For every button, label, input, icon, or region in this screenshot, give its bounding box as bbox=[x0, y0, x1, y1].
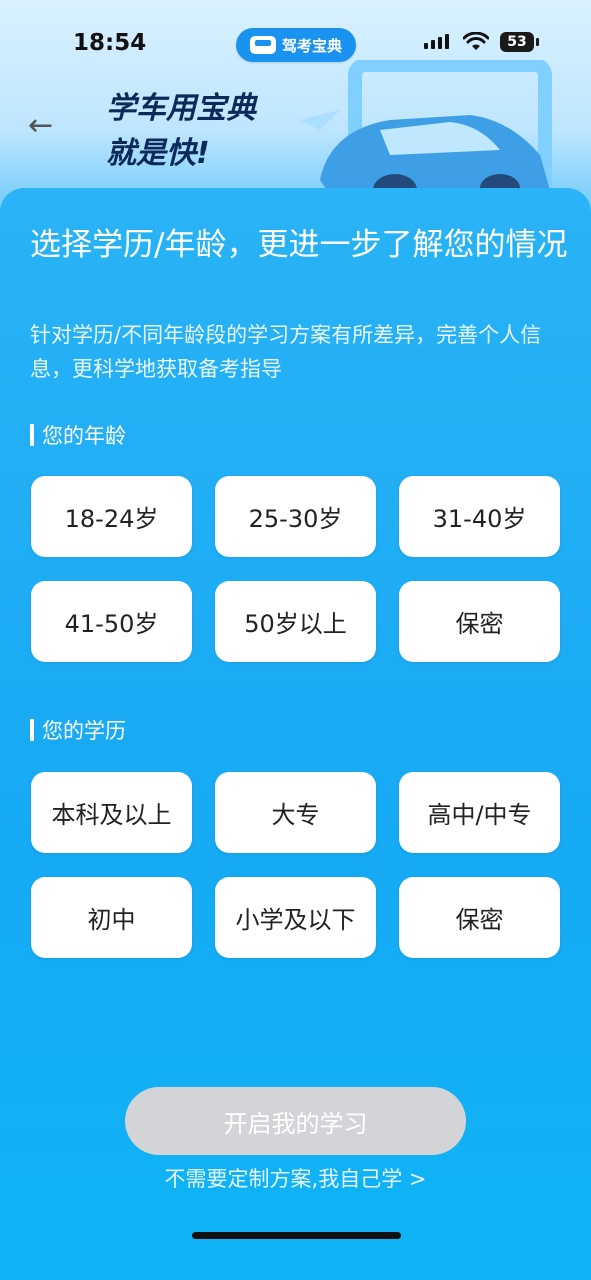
age-section-label: 您的年龄 bbox=[42, 424, 126, 448]
section-marker bbox=[30, 719, 34, 741]
wifi-icon bbox=[462, 30, 490, 58]
signal-icon bbox=[424, 34, 449, 49]
skip-custom-plan-link[interactable]: 不需要定制方案,我自己学 > bbox=[0, 1163, 591, 1193]
edu-section-title: 您的学历 bbox=[30, 715, 126, 745]
age-option-41-50[interactable]: 41-50岁 bbox=[31, 581, 192, 662]
slogan-line-1: 学车用宝典 bbox=[106, 91, 256, 126]
car-icon bbox=[249, 36, 276, 54]
edu-option-private[interactable]: 保密 bbox=[399, 877, 560, 958]
slogan-line-2: 就是快! bbox=[106, 136, 210, 171]
header-banner bbox=[0, 60, 591, 200]
app-pill-label: 驾考宝典 bbox=[281, 36, 342, 55]
edu-option-middle-school[interactable]: 初中 bbox=[31, 877, 192, 958]
page-subtitle: 针对学历/不同年龄段的学习方案有所差异，完善个人信息，更科学地获取备考指导 bbox=[30, 323, 542, 381]
age-option-private[interactable]: 保密 bbox=[399, 581, 560, 662]
age-option-18-24[interactable]: 18-24岁 bbox=[31, 476, 192, 557]
age-option-25-30[interactable]: 25-30岁 bbox=[215, 476, 376, 557]
back-arrow-icon[interactable]: ← bbox=[28, 108, 53, 143]
edu-option-highschool[interactable]: 高中/中专 bbox=[399, 772, 560, 853]
start-learning-button[interactable]: 开启我的学习 bbox=[125, 1087, 466, 1155]
status-time: 18:54 bbox=[73, 30, 147, 56]
section-marker bbox=[30, 424, 34, 446]
home-indicator[interactable] bbox=[192, 1232, 401, 1239]
banner-slogan: 学车用宝典 就是快! bbox=[106, 86, 256, 176]
age-section-title: 您的年龄 bbox=[30, 420, 126, 450]
page-title: 选择学历/年龄，更进一步了解您的情况 bbox=[30, 227, 568, 263]
edu-option-college[interactable]: 大专 bbox=[215, 772, 376, 853]
edu-option-primary-below[interactable]: 小学及以下 bbox=[215, 877, 376, 958]
age-option-31-40[interactable]: 31-40岁 bbox=[399, 476, 560, 557]
edu-section-label: 您的学历 bbox=[42, 719, 126, 743]
age-option-50-plus[interactable]: 50岁以上 bbox=[215, 581, 376, 662]
app-return-pill[interactable]: 驾考宝典 bbox=[236, 28, 356, 62]
age-options: 18-24岁 25-30岁 31-40岁 41-50岁 50岁以上 保密 bbox=[31, 476, 561, 662]
battery-icon: 53 bbox=[500, 32, 539, 52]
edu-option-bachelor-plus[interactable]: 本科及以上 bbox=[31, 772, 192, 853]
car-illustration bbox=[300, 60, 552, 200]
edu-options: 本科及以上 大专 高中/中专 初中 小学及以下 保密 bbox=[31, 772, 561, 958]
